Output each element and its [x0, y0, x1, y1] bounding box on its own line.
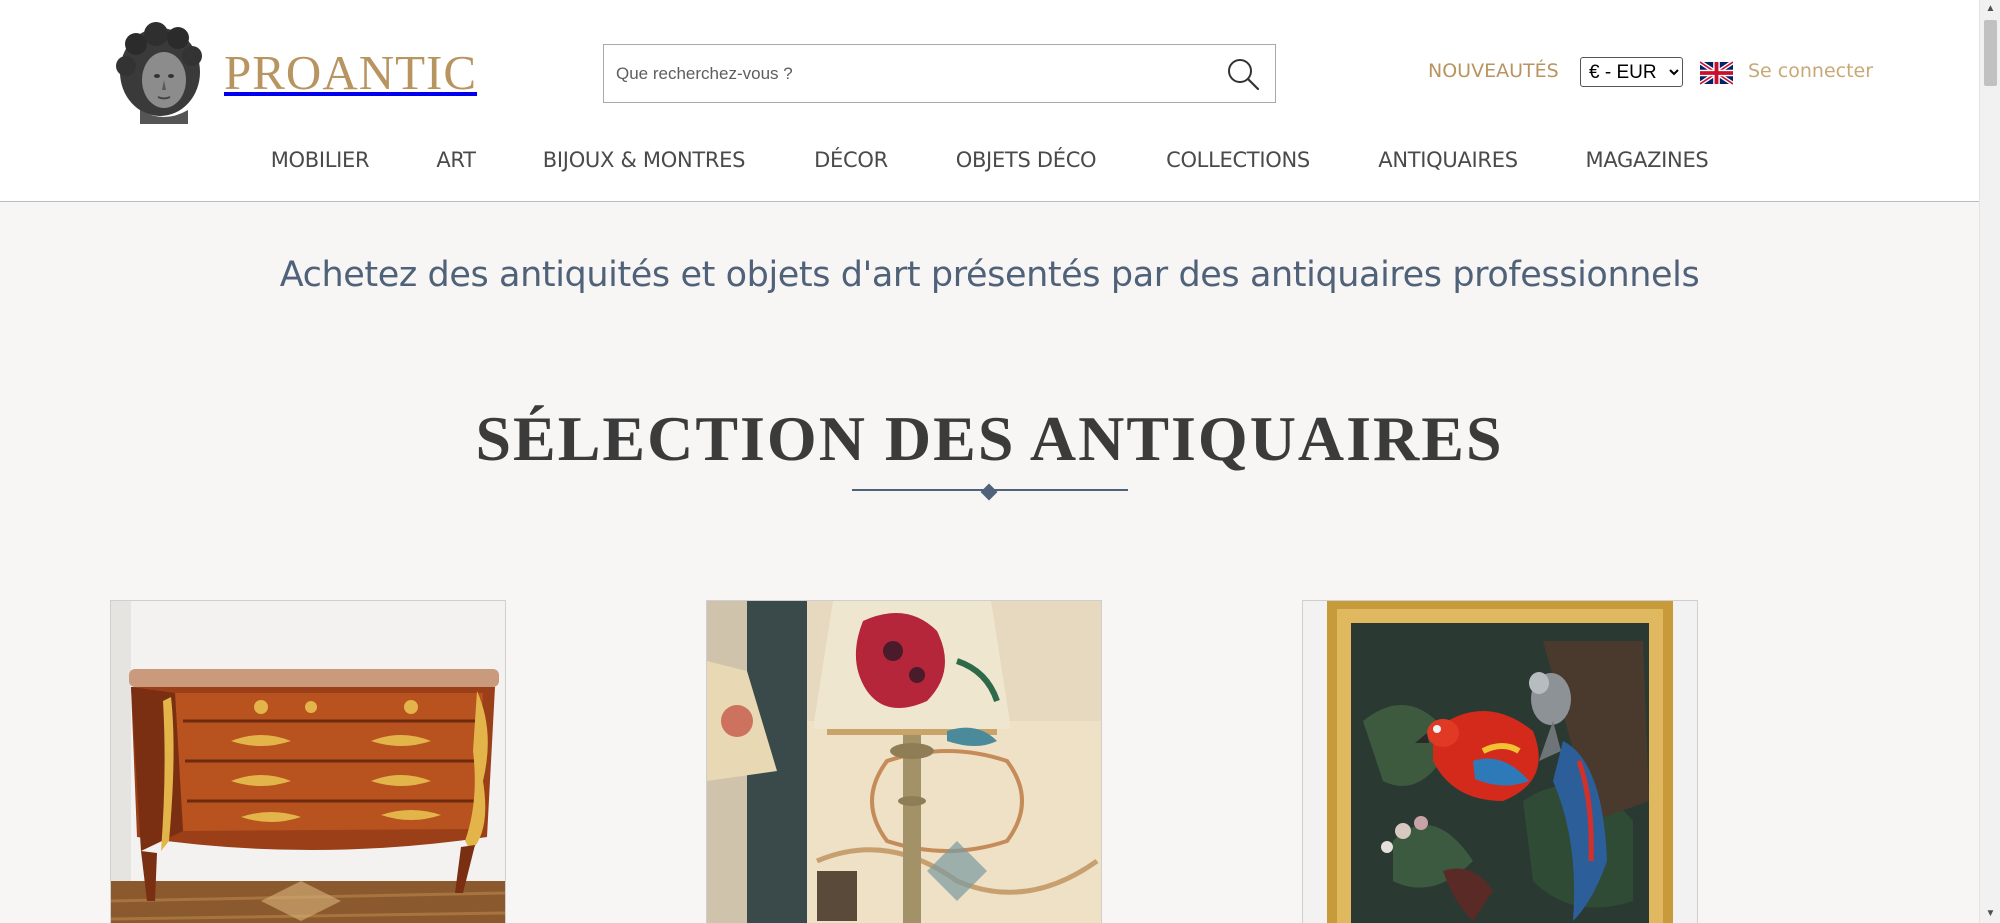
- nav-item-bijoux-montres[interactable]: BIJOUX & MONTRES: [543, 148, 746, 172]
- nav-item-decor[interactable]: DÉCOR: [814, 148, 888, 172]
- product-card-commode[interactable]: [110, 600, 506, 923]
- new-arrivals-link[interactable]: NOUVEAUTÉS: [1428, 60, 1559, 82]
- section-title: SÉLECTION DES ANTIQUAIRES: [475, 403, 1504, 474]
- nav-item-magazines[interactable]: MAGAZINES: [1586, 148, 1709, 172]
- scroll-up-arrow-icon[interactable]: ▲: [1980, 0, 2000, 18]
- currency-select[interactable]: € - EUR: [1580, 57, 1683, 87]
- search-box: [603, 44, 1276, 103]
- scroll-down-arrow-icon[interactable]: ▼: [1980, 905, 2000, 923]
- nav-item-collections[interactable]: COLLECTIONS: [1166, 148, 1310, 172]
- product-image-lamp: [707, 601, 1101, 923]
- uk-flag-icon[interactable]: [1700, 61, 1733, 85]
- site-header: PROANTIC NOUVEAUTÉS € - EUR Se connecter…: [0, 0, 1979, 202]
- tagline: Achetez des antiquités et objets d'art p…: [279, 255, 1700, 295]
- search-input[interactable]: [616, 45, 1206, 102]
- nav-item-art[interactable]: ART: [436, 148, 476, 172]
- nav-item-mobilier[interactable]: MOBILIER: [271, 148, 370, 172]
- nav-item-antiquaires[interactable]: ANTIQUAIRES: [1378, 148, 1518, 172]
- logo-bust-icon: [116, 22, 202, 124]
- page-scrollbar[interactable]: ▲ ▼: [1979, 0, 2000, 923]
- product-card-painting[interactable]: [1302, 600, 1698, 923]
- product-card-lamp[interactable]: [706, 600, 1102, 923]
- login-link[interactable]: Se connecter: [1748, 60, 1873, 82]
- product-image-painting: [1303, 601, 1697, 923]
- logo[interactable]: PROANTIC: [110, 20, 477, 124]
- search-icon[interactable]: [1225, 56, 1261, 92]
- title-divider-diamond: [980, 483, 998, 501]
- product-image-commode: [111, 601, 505, 923]
- scrollbar-thumb[interactable]: [1984, 20, 1997, 86]
- brand-name: PROANTIC: [224, 44, 478, 100]
- nav-item-objets-deco[interactable]: OBJETS DÉCO: [956, 148, 1097, 172]
